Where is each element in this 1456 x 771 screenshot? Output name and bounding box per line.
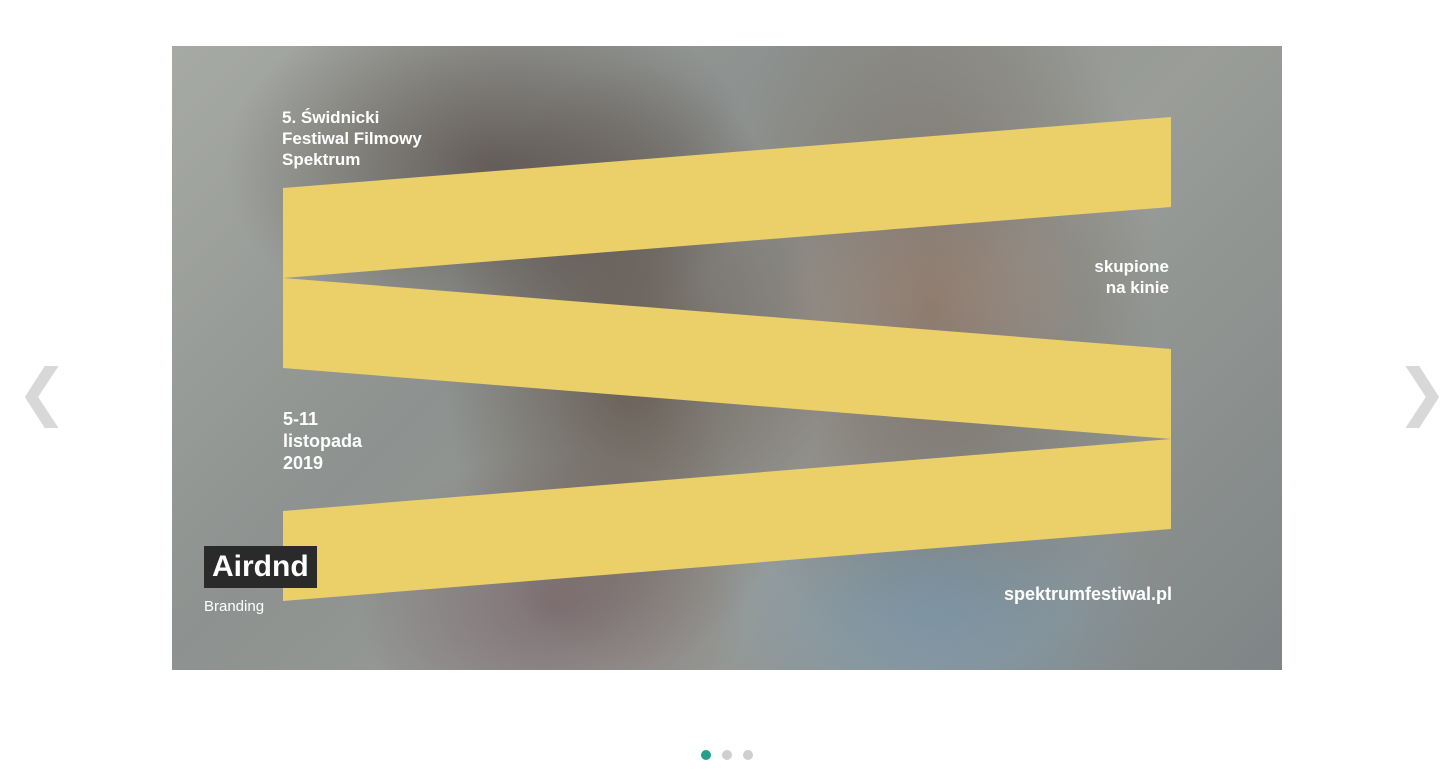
band-middle — [283, 278, 1171, 439]
pagination-dots — [701, 750, 753, 760]
pagination-dot-2[interactable] — [722, 750, 732, 760]
pagination-dot-1[interactable] — [701, 750, 711, 760]
next-arrow-icon[interactable]: ❯ — [1396, 352, 1448, 432]
band-bottom — [283, 439, 1171, 601]
caption-category: Branding — [204, 598, 265, 615]
slide-caption: Airdnd Branding — [204, 546, 317, 615]
poster-tagline: skupione na kinie — [1094, 257, 1169, 297]
slide-image[interactable]: 5. Świdnicki Festiwal Filmowy Spektrum s… — [172, 46, 1282, 670]
portfolio-slider: 5. Świdnicki Festiwal Filmowy Spektrum s… — [0, 0, 1456, 771]
poster-festival-title: 5. Świdnicki Festiwal Filmowy Spektrum — [282, 108, 422, 169]
prev-arrow-icon[interactable]: ❮ — [16, 352, 68, 432]
caption-title[interactable]: Airdnd — [204, 546, 317, 588]
poster-dates: 5-11 listopada 2019 — [283, 409, 363, 473]
poster-url: spektrumfestiwal.pl — [1003, 584, 1172, 604]
pagination-dot-3[interactable] — [743, 750, 753, 760]
